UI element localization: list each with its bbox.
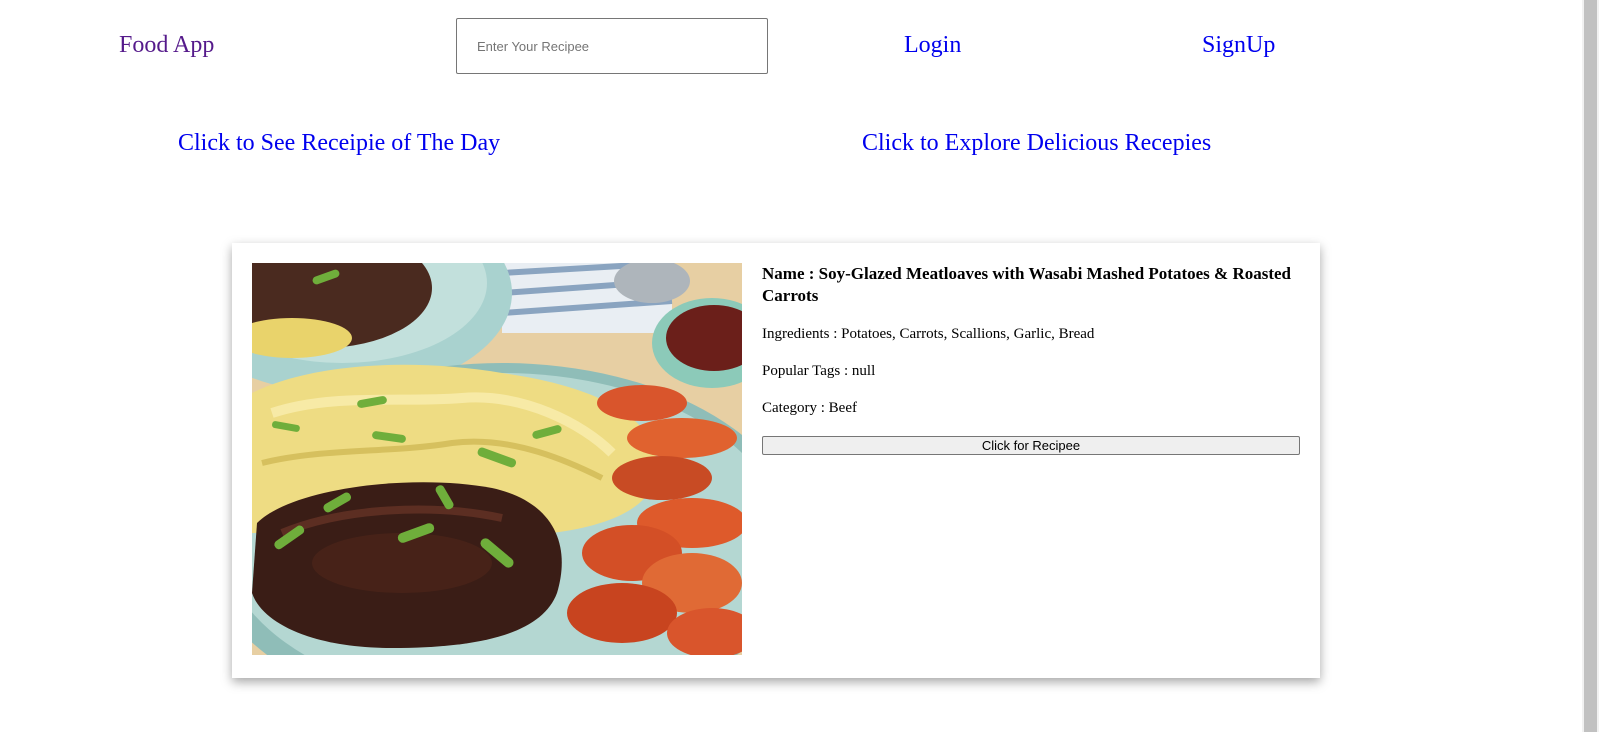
recipe-tags: Popular Tags : null	[762, 363, 876, 379]
signup-link[interactable]: SignUp	[1202, 32, 1275, 59]
page: Food App Login SignUp Click to See Recei…	[0, 0, 1599, 732]
meatloaf-plate-image	[252, 263, 742, 655]
recipe-details: Name : Soy-Glazed Meatloaves with Wasabi…	[762, 263, 1302, 455]
login-link[interactable]: Login	[904, 32, 961, 59]
recipe-image	[252, 263, 742, 655]
explore-recipes-link[interactable]: Click to Explore Delicious Recepies	[862, 130, 1211, 157]
recipe-ingredients: Ingredients : Potatoes, Carrots, Scallio…	[762, 326, 1095, 342]
recipe-card: Name : Soy-Glazed Meatloaves with Wasabi…	[232, 243, 1320, 678]
view-recipe-button[interactable]: Click for Recipee	[762, 436, 1300, 455]
brand-link[interactable]: Food App	[119, 32, 214, 59]
recipe-category: Category : Beef	[762, 400, 857, 416]
recipe-name: Name : Soy-Glazed Meatloaves with Wasabi…	[762, 264, 1292, 305]
search-input[interactable]	[456, 18, 768, 74]
recipe-of-the-day-link[interactable]: Click to See Receipie of The Day	[178, 130, 500, 157]
scrollbar-thumb[interactable]	[1584, 0, 1597, 732]
vertical-scrollbar[interactable]	[1582, 0, 1599, 732]
